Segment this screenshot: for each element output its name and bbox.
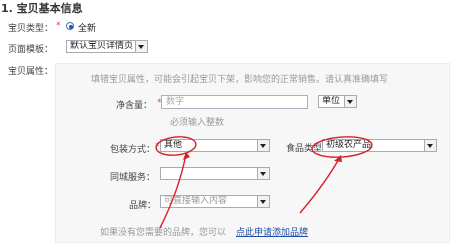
net-content-input[interactable]: 数字 (161, 95, 308, 109)
page-template-label: 页面模板： (8, 45, 54, 55)
packaging-select[interactable]: 其他 (160, 139, 270, 152)
item-attributes-label: 宝贝属性： (8, 67, 54, 77)
item-type-new-label[interactable]: 全新 (78, 21, 96, 34)
food-type-label: 食品类型 (286, 144, 323, 154)
brand-footer-text: 如果没有您需要的品牌，您可以 (100, 228, 227, 238)
chevron-down-icon (424, 140, 436, 151)
attributes-hint: 填错宝贝属性，可能会引起宝贝下架，影响您的正常销售。请认真准确填写 (91, 75, 389, 85)
net-content-unit-select[interactable]: 单位 (318, 95, 357, 108)
local-service-select[interactable] (160, 167, 270, 180)
chevron-down-icon (257, 140, 269, 151)
packaging-label: 包装方式： (110, 145, 156, 155)
packaging-selected: 其他 (164, 140, 183, 150)
apply-brand-link[interactable]: 点此申请添加品牌 (236, 225, 308, 238)
item-type-label: 宝贝类型： (8, 24, 54, 34)
packaging-required-mark: * (155, 142, 160, 152)
page-template-select[interactable]: 默认宝贝详情页 (66, 40, 148, 53)
chevron-down-icon (135, 41, 147, 52)
net-content-unit-selected: 单位 (322, 96, 341, 106)
page-template-selected: 默认宝贝详情页 (70, 41, 134, 51)
brand-placeholder: 可直接输入内容 (164, 196, 228, 206)
net-content-label: 净含量： (116, 101, 153, 111)
brand-label: 品牌： (129, 201, 157, 211)
chevron-down-icon (257, 196, 269, 207)
net-content-note: 必须输入整数 (170, 118, 225, 128)
chevron-down-icon (257, 168, 269, 179)
chevron-down-icon (344, 96, 356, 107)
item-type-new-radio[interactable] (66, 22, 74, 30)
item-type-required-mark: * (56, 21, 61, 31)
local-service-label: 同城服务： (110, 173, 156, 183)
food-type-selected: 初级农产品 (326, 140, 372, 150)
food-type-select[interactable]: 初级农产品 (322, 139, 437, 152)
brand-combobox[interactable]: 可直接输入内容 (160, 195, 270, 208)
section-title: 1. 宝贝基本信息 (1, 2, 83, 15)
